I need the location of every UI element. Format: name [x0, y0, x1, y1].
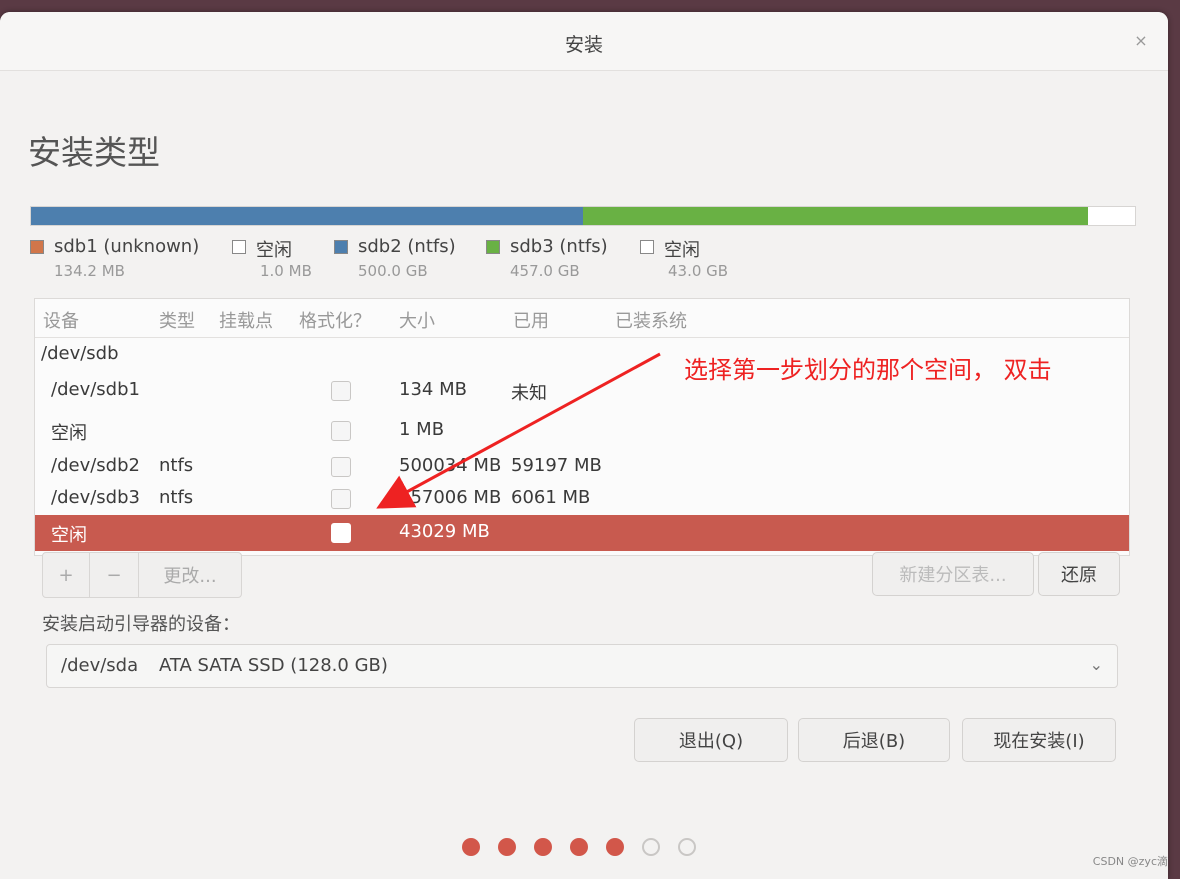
page-title: 安装类型 — [28, 133, 160, 173]
row-size: 43029 MB — [399, 521, 490, 542]
installer-window: 安装 × 安装类型 sdb1 (unknown) 134.2 MB 空闲 1.0 MB… — [0, 12, 1168, 879]
legend-swatch — [486, 240, 500, 254]
table-header: 设备 类型 挂载点 格式化？ 大小 已用 已装系统 — [35, 299, 1129, 338]
partition-bar-segment-sdb3 — [583, 207, 1088, 225]
chevron-down-icon: ⌄ — [1089, 655, 1103, 674]
table-row[interactable]: 空闲 1 MB — [35, 413, 1129, 449]
progress-dot — [570, 838, 588, 856]
partition-table[interactable]: 设备 类型 挂载点 格式化？ 大小 已用 已装系统 /dev/sdb /dev/… — [34, 298, 1130, 556]
row-size: 457006 MB — [399, 487, 502, 508]
back-button[interactable]: 后退(B) — [798, 718, 950, 762]
change-partition-button[interactable]: 更改... — [139, 553, 241, 597]
legend-size: 134.2 MB — [54, 262, 125, 280]
row-device: /dev/sdb2 — [51, 455, 140, 476]
table-row[interactable]: 空闲 43029 MB — [35, 515, 1129, 551]
row-device: /dev/sdb1 — [51, 379, 140, 400]
row-size: 134 MB — [399, 379, 467, 400]
bootloader-device-description: ATA SATA SSD (128.0 GB) — [159, 655, 388, 676]
header-mount: 挂载点 — [219, 311, 273, 332]
bootloader-label: 安装启动引导器的设备： — [42, 614, 240, 635]
progress-dot — [462, 838, 480, 856]
header-device: 设备 — [43, 311, 79, 332]
row-used: 59197 MB — [511, 455, 602, 476]
header-system: 已装系统 — [615, 311, 687, 332]
partition-bar-segment-sdb2 — [31, 207, 584, 225]
progress-dot — [534, 838, 552, 856]
header-size: 大小 — [399, 311, 435, 332]
progress-dot — [642, 838, 660, 856]
new-partition-table-button[interactable]: 新建分区表... — [872, 552, 1034, 596]
bootloader-device: /dev/sda — [61, 655, 139, 676]
progress-dot — [498, 838, 516, 856]
header-type: 类型 — [159, 311, 195, 332]
partition-bar-segment-free2 — [1087, 207, 1136, 225]
legend-size: 43.0 GB — [668, 262, 729, 280]
watermark: CSDN @zyc滴 — [1092, 855, 1168, 868]
legend-name: sdb2 (ntfs) — [358, 236, 456, 257]
format-checkbox[interactable] — [331, 421, 351, 441]
annotation-text: 选择第一步划分的那个空间， 双击 — [684, 356, 1052, 384]
row-device: 空闲 — [51, 423, 87, 444]
legend-name: sdb1 (unknown) — [54, 236, 200, 257]
row-type: ntfs — [159, 455, 194, 476]
row-used: 未知 — [511, 383, 547, 404]
progress-dot — [678, 838, 696, 856]
row-size: 500034 MB — [399, 455, 502, 476]
legend-name: 空闲 — [664, 240, 700, 261]
legend-name: 空闲 — [256, 240, 292, 261]
row-device: /dev/sdb3 — [51, 487, 140, 508]
title-bar: 安装 × — [0, 12, 1168, 71]
install-now-button[interactable]: 现在安装(I) — [962, 718, 1116, 762]
progress-dot — [606, 838, 624, 856]
add-partition-button[interactable]: + — [43, 553, 90, 597]
legend-swatch — [232, 240, 246, 254]
legend-name: sdb3 (ntfs) — [510, 236, 608, 257]
row-size: 1 MB — [399, 419, 445, 440]
legend-size: 1.0 MB — [260, 262, 312, 280]
legend-size: 500.0 GB — [358, 262, 428, 280]
table-row[interactable]: /dev/sdb2 ntfs 500034 MB 59197 MB — [35, 449, 1129, 485]
window-title: 安装 — [564, 34, 603, 56]
format-checkbox[interactable] — [331, 381, 351, 401]
row-type: ntfs — [159, 487, 194, 508]
header-used: 已用 — [513, 311, 549, 332]
header-format: 格式化？ — [299, 311, 371, 332]
partition-toolbar: + − 更改... — [42, 552, 242, 598]
format-checkbox[interactable] — [331, 457, 351, 477]
remove-partition-button[interactable]: − — [90, 553, 139, 597]
table-row[interactable]: /dev/sdb3 ntfs 457006 MB 6061 MB — [35, 481, 1129, 517]
row-used: 6061 MB — [511, 487, 591, 508]
bootloader-device-select[interactable]: /dev/sda ATA SATA SSD (128.0 GB) ⌄ — [46, 644, 1118, 688]
format-checkbox[interactable] — [331, 523, 351, 543]
group-device: /dev/sdb — [41, 343, 119, 364]
quit-button[interactable]: 退出(Q) — [634, 718, 788, 762]
close-icon[interactable]: × — [1130, 30, 1152, 52]
legend-swatch — [334, 240, 348, 254]
legend-size: 457.0 GB — [510, 262, 580, 280]
legend-swatch — [640, 240, 654, 254]
row-device: 空闲 — [51, 525, 87, 546]
format-checkbox[interactable] — [331, 489, 351, 509]
partition-bar — [30, 206, 1136, 226]
partition-legend: sdb1 (unknown) 134.2 MB 空闲 1.0 MB sdb2 (ntfs… — [30, 236, 1140, 296]
revert-button[interactable]: 还原 — [1038, 552, 1120, 596]
legend-swatch — [30, 240, 44, 254]
progress-dots — [462, 838, 712, 862]
